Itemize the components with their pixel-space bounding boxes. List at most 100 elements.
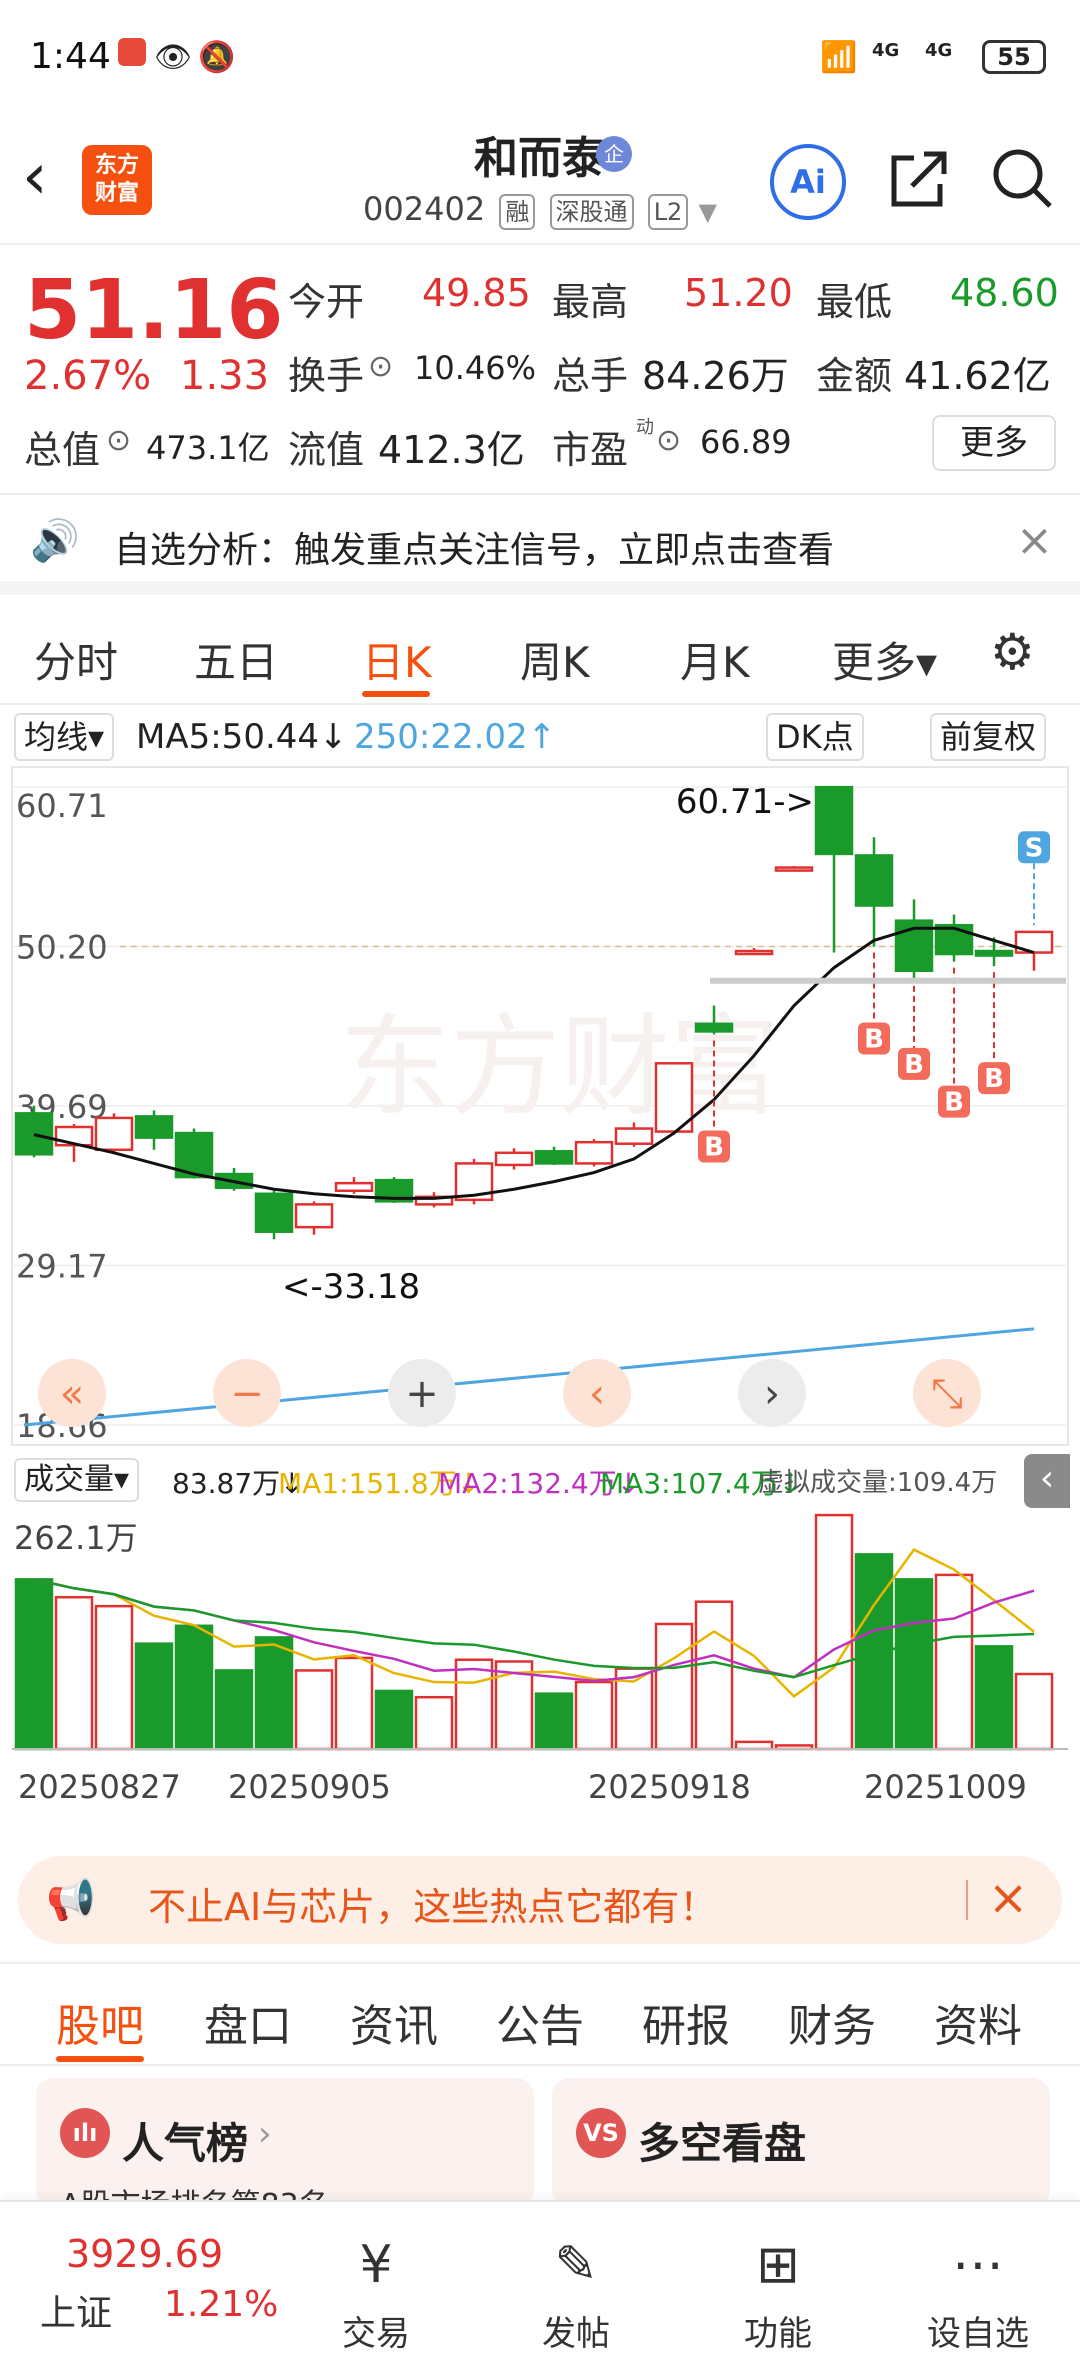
kline-chart[interactable]: 60.7150.2039.6929.1718.66 东方财富 BBBBBS 60…	[0, 765, 1080, 1448]
grid-icon: ⊞	[756, 2235, 800, 2295]
y-axis-label: 50.20	[16, 928, 108, 966]
info-icon-3[interactable]: ⊙	[656, 423, 681, 458]
share-icon[interactable]	[888, 148, 948, 210]
index-change: 1.21%	[164, 2284, 279, 2325]
candle-body	[534, 1150, 574, 1165]
chart-period-tabs: 分时 五日 日K 周K 月K 更多▾ ⚙	[0, 609, 1080, 705]
popularity-card[interactable]: ılı 人气榜 › A股市场排名第83名	[36, 2078, 534, 2223]
candle-body	[254, 1192, 294, 1233]
change-percent: 2.67%	[24, 353, 152, 399]
volume-bar	[974, 1645, 1014, 1751]
virtual-volume: 虚拟成交量:109.4万	[758, 1468, 998, 1498]
volume-selector[interactable]: 成交量▾	[14, 1458, 140, 1502]
tab-five-day[interactable]: 五日	[194, 629, 278, 690]
yuan-exchange-icon: ¥	[359, 2235, 393, 2295]
close-icon[interactable]: ×	[988, 1870, 1028, 1926]
candle-body	[14, 1112, 54, 1156]
tab-daily-k[interactable]: 日K	[362, 629, 432, 690]
amount-value: 41.62亿	[904, 354, 1051, 398]
popularity-title: 人气榜	[122, 2119, 249, 2168]
stock-code: 002402	[363, 190, 486, 228]
tag-level2: L2	[647, 194, 689, 230]
index-ticker[interactable]: 3929.69 上证 1.21%	[0, 2202, 300, 2376]
volume-bar	[94, 1604, 134, 1751]
tab-research[interactable]: 研报	[642, 1990, 730, 2054]
tab-announcements[interactable]: 公告	[496, 1990, 584, 2054]
ai-button[interactable]: Ai	[770, 144, 846, 220]
tab-news[interactable]: 资讯	[350, 1990, 438, 2054]
y-axis-label: 29.17	[16, 1248, 108, 1286]
tab-forum[interactable]: 股吧	[56, 1990, 144, 2054]
tag-connect: 深股通	[549, 194, 634, 230]
low-value: 48.60	[950, 271, 1059, 315]
volume-bar	[294, 1669, 334, 1751]
candle-body	[854, 854, 894, 907]
promo-text[interactable]: 不止AI与芯片，这些热点它都有！	[148, 1876, 717, 1931]
info-icon-2[interactable]: ⊙	[106, 423, 131, 458]
date-label-3: 20250918	[588, 1768, 751, 1806]
info-icon[interactable]: ⊙	[368, 349, 393, 384]
candle-body	[494, 1151, 534, 1167]
candle-body	[134, 1115, 174, 1139]
volume-max-label: 262.1万	[14, 1519, 138, 1557]
nav-trade[interactable]: ¥ 交易	[306, 2230, 446, 2355]
volume-bar	[254, 1636, 294, 1751]
bull-bear-card[interactable]: VS 多空看盘	[552, 2078, 1050, 2208]
ma-selector[interactable]: 均线▾	[14, 713, 115, 761]
tab-monthly-k[interactable]: 月K	[680, 629, 750, 690]
volume-bar	[14, 1578, 54, 1751]
ma5-value: MA5:50.44↓	[136, 717, 348, 757]
active-tab-underline	[56, 2056, 144, 2062]
volume-chart[interactable]: 262.1万	[0, 1505, 1080, 1761]
tab-profile[interactable]: 资料	[934, 1990, 1022, 2054]
nav-functions-label: 功能	[744, 2314, 812, 2354]
low-label: 最低	[816, 280, 893, 324]
date-label-4: 20251009	[864, 1768, 1027, 1806]
volume-bar	[934, 1573, 974, 1751]
candle-body	[94, 1116, 134, 1152]
tab-intraday[interactable]: 分时	[34, 629, 118, 690]
settings-gear-icon[interactable]: ⚙	[990, 623, 1035, 681]
volume-bar	[414, 1695, 454, 1751]
float-label: 流值	[288, 428, 365, 472]
stock-header: ‹ 东方 财富 和而泰 企 002402 融 深股通 L2 ▼ Ai	[0, 110, 1080, 245]
buy-signal-label: B	[864, 1024, 884, 1054]
signal-4g-icon-2: 4G	[925, 40, 953, 61]
info-tabs: 股吧 盘口 资讯 公告 研报 财务 资料	[0, 1962, 1080, 2066]
volume-value: 84.26万	[642, 354, 789, 398]
tab-more[interactable]: 更多▾	[832, 629, 937, 690]
more-button[interactable]: 更多	[932, 415, 1056, 471]
candle-body	[574, 1140, 614, 1165]
volume-bar	[734, 1740, 774, 1751]
volume-bar	[814, 1513, 854, 1751]
volume-bar	[574, 1680, 614, 1751]
collapse-panel-icon[interactable]: ‹	[1024, 1454, 1070, 1508]
promo-banner[interactable]: 📢 不止AI与芯片，这些热点它都有！ ×	[18, 1856, 1062, 1944]
chevron-right-icon: ›	[258, 2114, 272, 2154]
volume-bar	[894, 1578, 934, 1751]
tab-weekly-k[interactable]: 周K	[520, 629, 590, 690]
analysis-alert-bar[interactable]: 🔊 自选分析：触发重点关注信号，立即点击查看 ×	[0, 495, 1080, 595]
status-bar: 1:44 👁 🔕 📶 4G 4G 55	[0, 0, 1080, 110]
nav-add-watchlist[interactable]: ⋯ 设自选	[908, 2230, 1048, 2355]
nav-post[interactable]: ✎ 发帖	[506, 2230, 646, 2355]
alert-text[interactable]: 自选分析：触发重点关注信号，立即点击查看	[114, 521, 834, 573]
tab-financials[interactable]: 财务	[788, 1990, 876, 2054]
search-icon[interactable]	[990, 146, 1054, 210]
nav-functions[interactable]: ⊞ 功能	[708, 2230, 848, 2355]
dropdown-caret-icon[interactable]: ▼	[699, 198, 717, 226]
adjust-selector[interactable]: 前复权	[930, 713, 1047, 761]
mcap-value: 473.1亿	[146, 429, 270, 467]
tab-order-book[interactable]: 盘口	[204, 1990, 292, 2054]
dk-point-selector[interactable]: DK点	[766, 713, 864, 761]
candle-body	[334, 1181, 374, 1192]
candle-body	[294, 1203, 334, 1229]
volume-bar	[334, 1656, 374, 1751]
date-label-1: 20250827	[18, 1768, 181, 1806]
turnover-label: 换手	[288, 354, 365, 398]
volume-bar	[374, 1689, 414, 1751]
candle-body	[734, 949, 774, 956]
close-icon[interactable]: ×	[1016, 515, 1053, 566]
scroll-right-icon-glyph: ›	[764, 1371, 780, 1417]
max-price-annotation: 60.71->	[676, 782, 814, 822]
